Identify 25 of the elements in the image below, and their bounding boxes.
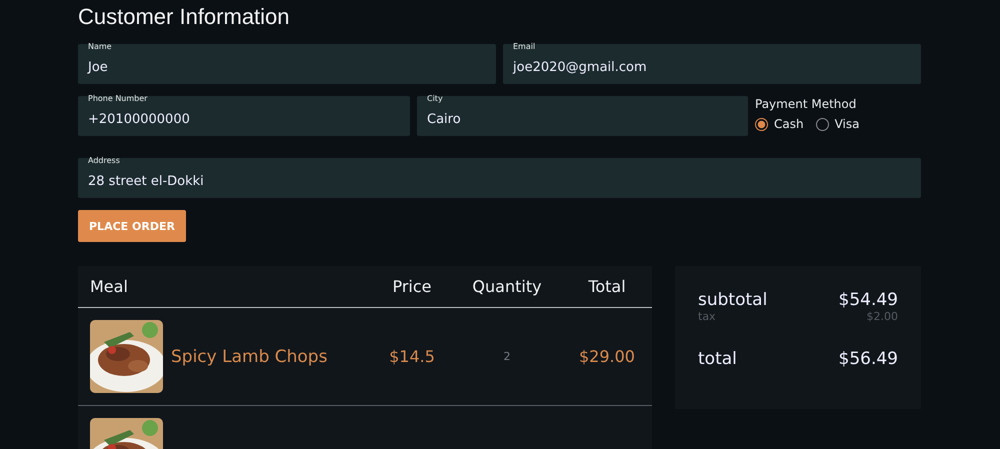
quantity-cell-text: 2 [502,350,512,363]
column-header: Total [587,277,627,296]
phone-field[interactable]: Phone Number +20100000000 [78,96,410,136]
total-cell-text: $29.00 [578,347,636,366]
total-label: total [698,349,737,369]
address-field[interactable]: Address 28 street el-Dokki [78,158,921,198]
section-title: Customer Information [78,3,291,31]
radio-label[interactable]: Visa [834,117,860,131]
subtotal-value: $54.49 [838,290,898,310]
radio-button[interactable] [816,118,829,130]
column-header: Quantity [471,277,543,296]
subtotal-label: subtotal [698,290,768,310]
radio-button[interactable] [755,118,768,130]
tax-label: tax [698,310,716,323]
price-cell-text: $14.5 [388,347,436,366]
tax-value: $2.00 [866,310,898,323]
meal-name: Spicy Lamb Chops [171,346,328,366]
column-header: Price [391,277,433,296]
email-field[interactable]: Email joe2020@gmail.com [503,44,921,84]
column-header: Meal [89,277,129,296]
total-value: $56.49 [838,349,898,369]
radio-label[interactable]: Cash [774,117,804,131]
city-field[interactable]: City Cairo [417,96,748,136]
name-field[interactable]: Name Joe [78,44,496,84]
payment-method-label: Payment Method [755,97,858,111]
